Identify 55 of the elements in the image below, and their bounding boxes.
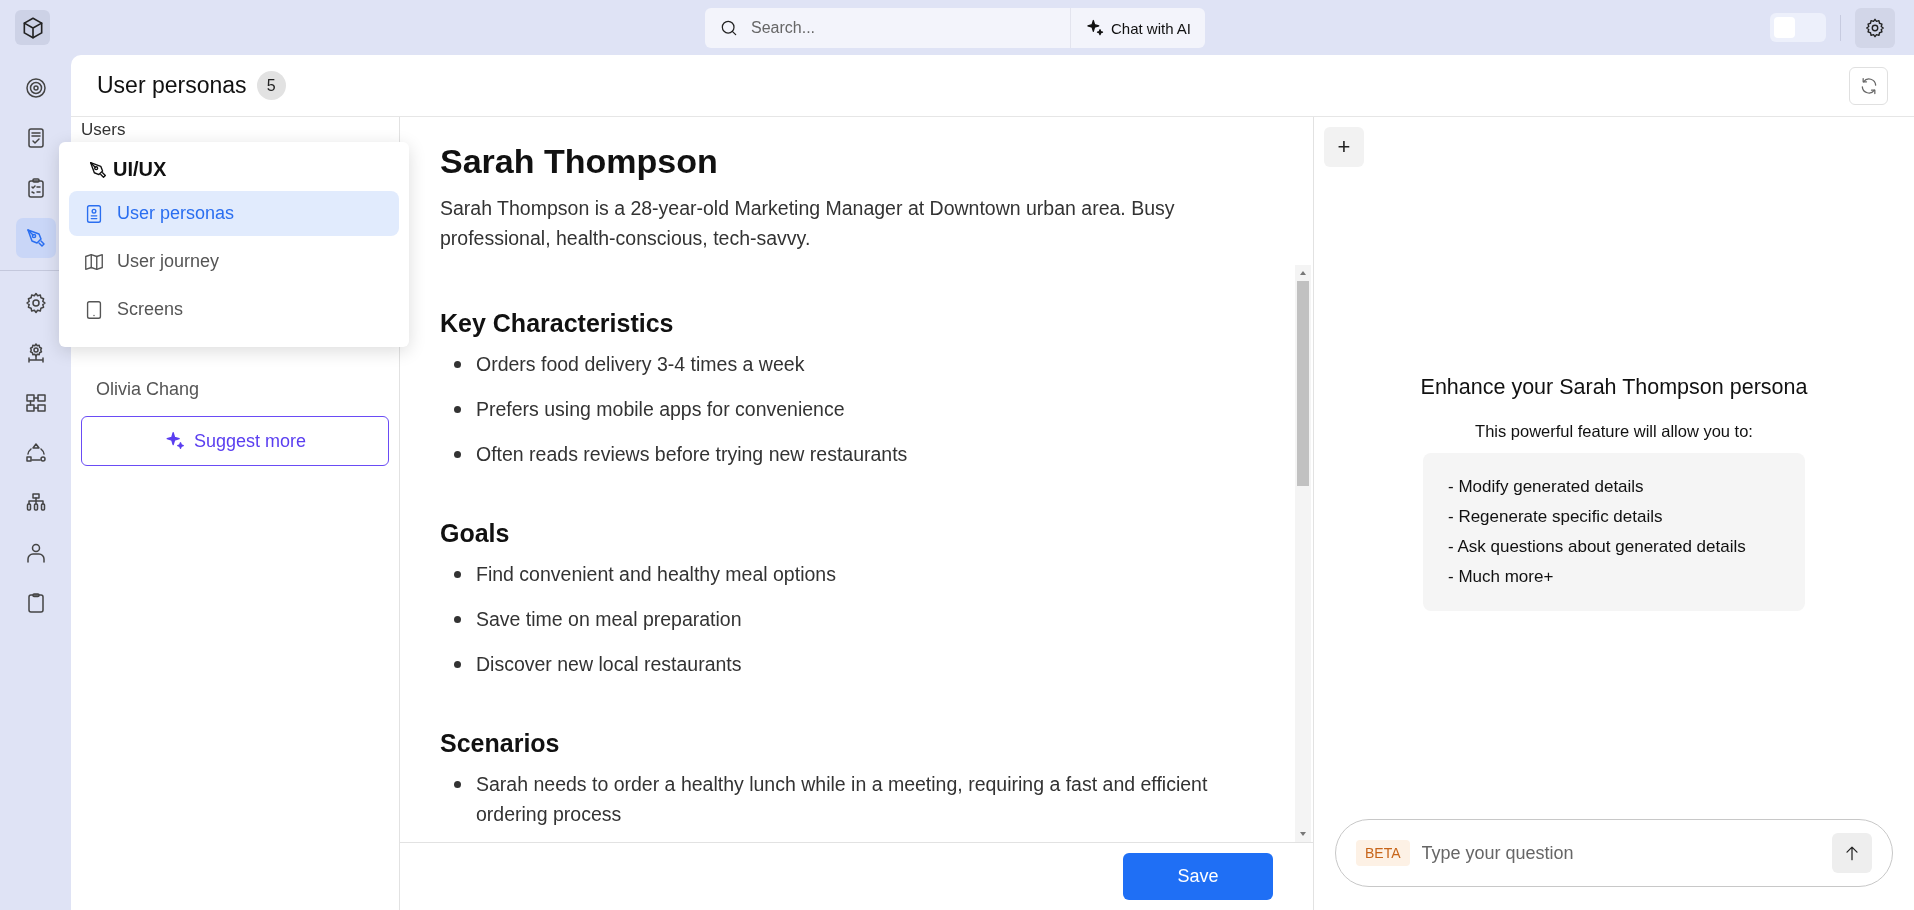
bullet-icon xyxy=(454,781,461,788)
enhance-heading: Enhance your Sarah Thompson persona xyxy=(1420,375,1808,400)
bullet-item: Find convenient and healthy meal options xyxy=(476,562,836,587)
blocks-icon xyxy=(23,391,48,415)
settings-button[interactable] xyxy=(1855,7,1895,48)
bullet-icon xyxy=(454,451,461,458)
bullet-item: Often reads reviews before trying new restaurants xyxy=(476,442,908,467)
settings-icon xyxy=(1864,16,1886,39)
bullet-item: Save time on meal preparation xyxy=(476,607,742,632)
sparkle-icon xyxy=(1084,18,1105,38)
feature-item: - Regenerate specific details xyxy=(1448,507,1664,527)
section-label: Users xyxy=(81,120,127,140)
refresh-button[interactable] xyxy=(1849,66,1888,105)
gear-icon xyxy=(23,291,48,315)
menu-item[interactable]: User journey xyxy=(69,239,399,284)
question-field[interactable]: Type your question xyxy=(1419,841,1822,865)
chat-with-ai-button[interactable]: Chat with AI xyxy=(1070,8,1205,48)
cube-logo-icon[interactable] xyxy=(15,10,50,45)
feature-item: - Modify generated details xyxy=(1448,477,1645,497)
feature-item: - Much more+ xyxy=(1448,567,1555,587)
add-button[interactable]: + xyxy=(1324,127,1364,167)
bullet-item: Sarah needs to order a healthy lunch while in a meeting, requiring a fast and efficient ordering process xyxy=(476,772,1209,827)
shapes-icon xyxy=(23,441,48,465)
scrollbar[interactable] xyxy=(1295,265,1311,842)
bullet-icon xyxy=(454,571,461,578)
nav-button[interactable] xyxy=(15,218,56,258)
menu-item[interactable]: Screens xyxy=(69,287,399,332)
user-list-item[interactable]: Olivia Chang xyxy=(81,375,389,404)
section-heading: Goals xyxy=(440,519,511,548)
bullet-icon xyxy=(454,406,461,413)
theme-toggle[interactable] xyxy=(1770,13,1826,42)
bullet-icon xyxy=(454,661,461,668)
count-badge: 5 xyxy=(256,71,286,100)
beta-badge: BETA xyxy=(1356,840,1410,866)
target-icon xyxy=(23,76,48,100)
page-title: User personas xyxy=(97,72,247,99)
search-icon xyxy=(719,18,739,38)
menu-title: UI/UX xyxy=(113,158,167,181)
section-heading: Scenarios xyxy=(440,729,561,758)
search-field[interactable]: Search... xyxy=(705,8,1071,48)
feature-item: - Ask questions about generated details xyxy=(1448,537,1747,557)
persona-name: Sarah Thompson xyxy=(440,142,719,181)
bullet-item: Prefers using mobile apps for convenience xyxy=(476,397,845,422)
bullet-item: Discover new local restaurants xyxy=(476,652,742,677)
suggest-more-button[interactable]: Suggest more xyxy=(81,416,389,466)
feature-intro: This powerful feature will allow you to: xyxy=(1475,422,1753,441)
section-heading: Key Characteristics xyxy=(440,309,675,338)
bullet-icon xyxy=(454,361,461,368)
save-button[interactable]: Save xyxy=(1123,853,1273,900)
bullet-icon xyxy=(454,616,461,623)
bullet-item: Orders food delivery 3-4 times a week xyxy=(476,352,805,377)
persona-description: Sarah Thompson is a 28-year-old Marketing Manager at Downtown urban area. Busy professional, health-conscious, tech-savvy. xyxy=(440,196,1176,251)
send-button[interactable] xyxy=(1832,833,1872,873)
search-input[interactable]: Search... xyxy=(749,18,1070,38)
menu-item[interactable]: User personas xyxy=(69,191,399,236)
